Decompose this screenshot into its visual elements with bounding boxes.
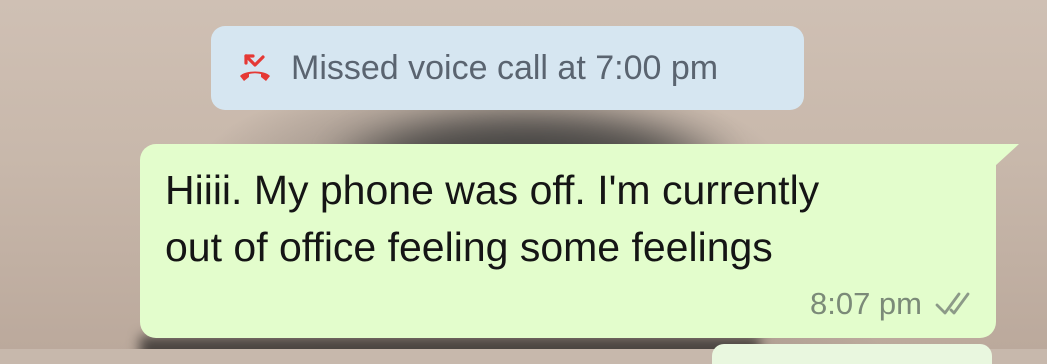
bubble-tail xyxy=(995,144,1019,166)
double-check-icon xyxy=(934,289,978,319)
message-line: Hiiii. My phone was off. I'm currently xyxy=(165,167,820,213)
missed-call-icon xyxy=(233,46,277,90)
missed-call-notice[interactable]: Missed voice call at 7:00 pm xyxy=(211,26,804,110)
message-text: Hiiii. My phone was off. I'm currently o… xyxy=(165,162,965,276)
message-time: 8:07 pm xyxy=(809,286,922,321)
message-line: out of office feeling some feelings xyxy=(165,224,773,270)
outgoing-message-bubble[interactable]: Hiiii. My phone was off. I'm currently o… xyxy=(140,144,996,338)
next-message-bubble-edge xyxy=(712,344,992,364)
missed-call-text: Missed voice call at 7:00 pm xyxy=(291,48,719,87)
message-meta: 8:07 pm xyxy=(810,286,978,322)
